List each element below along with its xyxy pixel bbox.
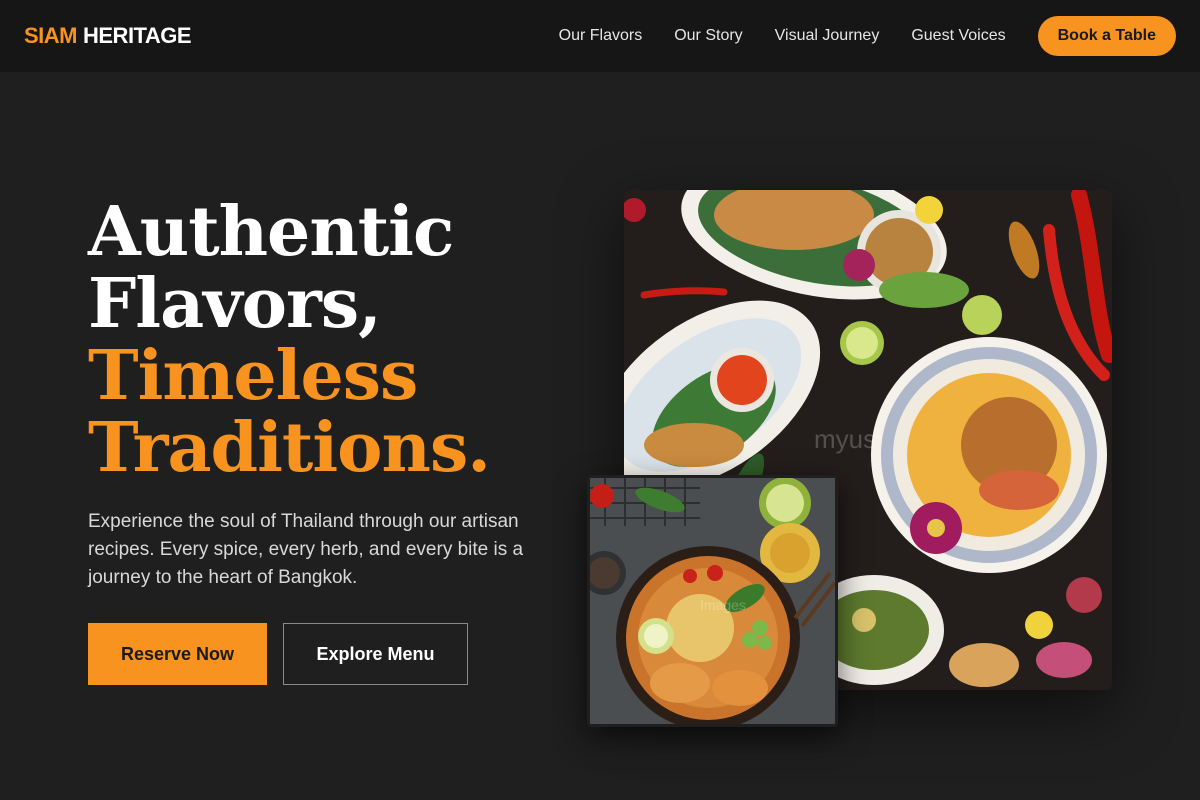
nav-link-visual-journey[interactable]: Visual Journey bbox=[775, 27, 880, 45]
hero-title-line-2: Flavors, bbox=[88, 264, 382, 344]
book-table-button[interactable]: Book a Table bbox=[1037, 16, 1176, 56]
main-photo-watermark: myus bbox=[814, 424, 876, 454]
explore-menu-button[interactable]: Explore Menu bbox=[283, 623, 468, 685]
small-photo-watermark: Images bbox=[700, 597, 746, 613]
nav-link-our-story[interactable]: Our Story bbox=[674, 27, 742, 45]
hero-title: Authentic Flavors, Timeless Traditions. bbox=[88, 196, 608, 484]
top-navbar: SIAM HERITAGE Our Flavors Our Story Visua… bbox=[0, 0, 1200, 72]
nav-link-our-flavors[interactable]: Our Flavors bbox=[559, 27, 643, 45]
hero-title-line-4: Traditions. bbox=[88, 408, 491, 488]
hero-description: Experience the soul of Thailand through … bbox=[88, 511, 524, 588]
brand-name-second: HERITAGE bbox=[83, 23, 192, 48]
hero-title-line-3: Timeless bbox=[88, 336, 418, 416]
nav-links: Our Flavors Our Story Visual Journey Gue… bbox=[559, 27, 1006, 45]
reserve-now-button[interactable]: Reserve Now bbox=[88, 623, 267, 685]
hero-title-line-1: Authentic bbox=[88, 192, 454, 272]
curry-noodle-photo: Images bbox=[587, 475, 838, 727]
nav-link-guest-voices[interactable]: Guest Voices bbox=[911, 27, 1005, 45]
brand-logo[interactable]: SIAM HERITAGE bbox=[24, 23, 192, 49]
brand-name-first: SIAM bbox=[24, 23, 78, 48]
